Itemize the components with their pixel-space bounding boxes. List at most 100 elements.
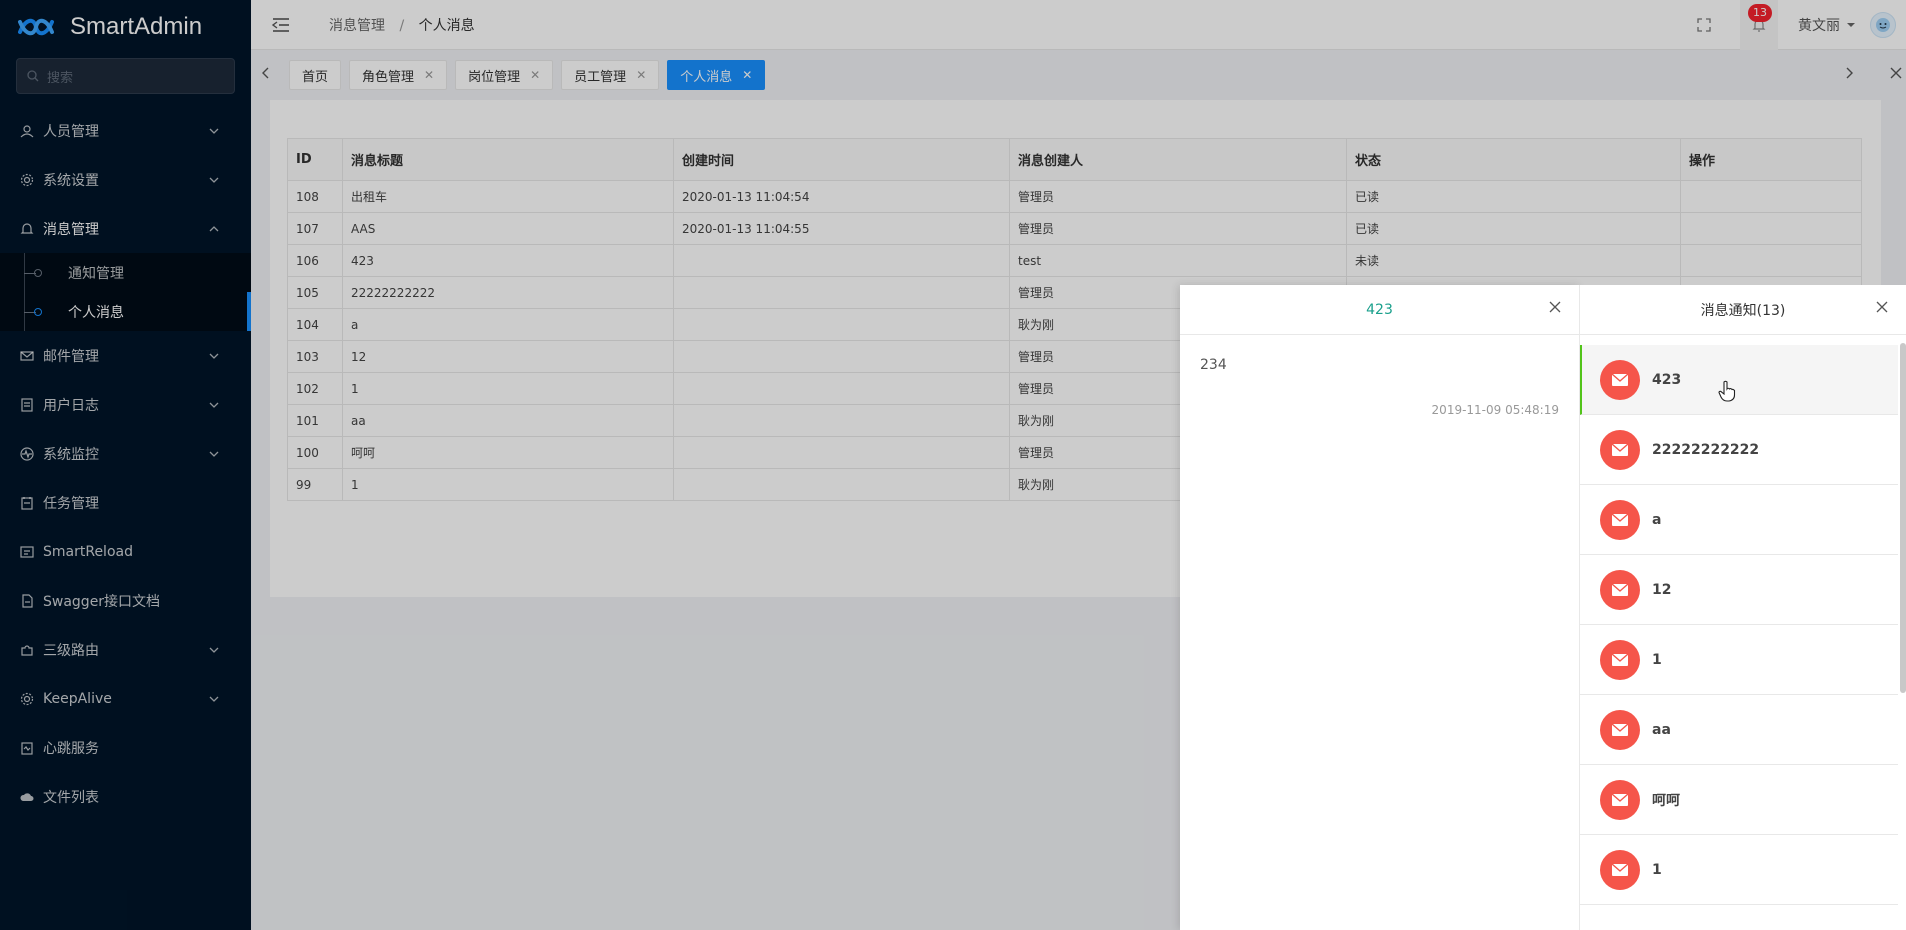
menu-item-label: 三级路由 — [43, 640, 99, 660]
table-cell: 101 — [288, 405, 343, 437]
submenu-item-label: 通知管理 — [68, 263, 124, 283]
table-row[interactable]: 106423test未读 — [288, 245, 1862, 277]
table-cell: 108 — [288, 181, 343, 213]
menu-item[interactable]: 用户日志 — [0, 380, 251, 429]
menu-item[interactable]: 三级路由 — [0, 625, 251, 674]
close-all-tabs-icon[interactable] — [1890, 67, 1902, 83]
submenu-item[interactable]: 个人消息 — [0, 292, 251, 331]
tab-label: 员工管理 — [574, 66, 626, 85]
menu-item[interactable]: Swagger接口文档 — [0, 576, 251, 625]
mail-icon — [1600, 360, 1640, 400]
menu-item[interactable]: KeepAlive — [0, 674, 251, 723]
mail-icon — [20, 349, 34, 363]
table-row[interactable]: 107AAS2020-01-13 11:04:55管理员已读 — [288, 213, 1862, 245]
menu-item[interactable]: 系统设置 — [0, 155, 251, 204]
tab[interactable]: 角色管理 ✕ — [349, 60, 447, 90]
column-header: 创建时间 — [674, 139, 1010, 181]
tab[interactable]: 首页 — [289, 60, 341, 90]
menu-item[interactable]: 邮件管理 — [0, 331, 251, 380]
chevron-down-icon[interactable] — [209, 175, 219, 185]
tab-scroll-right-icon[interactable] — [1844, 67, 1854, 83]
mail-icon — [1600, 710, 1640, 750]
notification-button[interactable]: 13 — [1740, 0, 1778, 50]
table-cell: 2020-01-13 11:04:55 — [674, 213, 1010, 245]
tab[interactable]: 岗位管理✕ — [455, 60, 553, 90]
avatar[interactable] — [1870, 12, 1896, 38]
menu-fold-icon[interactable] — [271, 15, 291, 35]
chevron-up-icon[interactable] — [209, 224, 219, 234]
tab-close-icon[interactable]: ✕ — [742, 68, 752, 82]
table-row[interactable]: 108出租车2020-01-13 11:04:54管理员已读 — [288, 181, 1862, 213]
user-name[interactable]: 黄文丽 — [1798, 15, 1840, 35]
tab-close-icon[interactable]: ✕ — [530, 68, 540, 82]
mail-icon — [1600, 500, 1640, 540]
notification-item[interactable]: 22222222222 — [1580, 415, 1898, 485]
table-cell: 423 — [343, 245, 674, 277]
notification-item-title: 12 — [1652, 582, 1671, 598]
notification-item[interactable]: aa — [1580, 695, 1898, 765]
table-cell: 104 — [288, 309, 343, 341]
tab-scroll-left-icon[interactable] — [251, 67, 281, 83]
table-cell — [1681, 245, 1862, 277]
tab-close-icon[interactable]: ✕ — [424, 68, 434, 82]
caret-down-icon[interactable] — [1846, 20, 1856, 30]
table-cell: 100 — [288, 437, 343, 469]
table-header-row: ID消息标题创建时间消息创建人状态操作 — [288, 139, 1862, 181]
menu-search-input[interactable]: 搜索 — [16, 58, 235, 94]
table-cell: 22222222222 — [343, 277, 674, 309]
menu-item[interactable]: 消息管理 — [0, 204, 251, 253]
notification-item-title: a — [1652, 512, 1661, 528]
chevron-down-icon[interactable] — [209, 449, 219, 459]
notification-item[interactable]: 1 — [1580, 625, 1898, 695]
side-menu: 人员管理系统设置消息管理通知管理个人消息邮件管理用户日志系统监控任务管理Smar… — [0, 106, 251, 821]
chevron-down-icon[interactable] — [209, 645, 219, 655]
tab-close-icon[interactable]: ✕ — [636, 68, 646, 82]
chevron-down-icon[interactable] — [209, 126, 219, 136]
table-cell — [1681, 213, 1862, 245]
detail-body: 234 2019-11-09 05:48:19 — [1180, 335, 1579, 439]
gear-icon — [20, 173, 34, 187]
top-header: 消息管理 / 个人消息 13 黄文丽 — [251, 0, 1906, 50]
breadcrumb-item[interactable]: 消息管理 — [329, 18, 385, 34]
menu-item[interactable]: 任务管理 — [0, 478, 251, 527]
log-icon — [20, 398, 34, 412]
logo[interactable]: SmartAdmin — [0, 0, 251, 54]
close-icon[interactable] — [1876, 301, 1888, 313]
table-cell: 出租车 — [343, 181, 674, 213]
fullscreen-icon[interactable] — [1696, 17, 1712, 33]
menu-item[interactable]: 文件列表 — [0, 772, 251, 821]
table-cell: test — [1010, 245, 1347, 277]
column-header: 消息创建人 — [1010, 139, 1347, 181]
cloud-icon — [20, 790, 34, 804]
mail-icon — [1600, 430, 1640, 470]
heart-icon — [20, 741, 34, 755]
submenu-item[interactable]: 通知管理 — [0, 253, 251, 292]
table-cell: 已读 — [1347, 213, 1681, 245]
notification-item[interactable]: a — [1580, 485, 1898, 555]
tab[interactable]: 员工管理 ✕ — [561, 60, 659, 90]
menu-item[interactable]: 人员管理 — [0, 106, 251, 155]
menu-item[interactable]: 心跳服务 — [0, 723, 251, 772]
close-icon[interactable] — [1549, 301, 1561, 313]
chevron-down-icon[interactable] — [209, 351, 219, 361]
table-cell: AAS — [343, 213, 674, 245]
mail-icon — [1600, 570, 1640, 610]
chevron-down-icon[interactable] — [209, 694, 219, 704]
table-cell: a — [343, 309, 674, 341]
column-header: ID — [288, 139, 343, 181]
menu-item[interactable]: 系统监控 — [0, 429, 251, 478]
notification-item[interactable]: 12 — [1580, 555, 1898, 625]
menu-item[interactable]: SmartReload — [0, 527, 251, 576]
chevron-down-icon[interactable] — [209, 400, 219, 410]
notification-item[interactable]: 423 — [1580, 345, 1898, 415]
avatar-icon — [1874, 16, 1892, 34]
message-detail-drawer: 423 234 2019-11-09 05:48:19 — [1180, 285, 1580, 930]
tab-label: 角色管理 — [362, 66, 414, 85]
notification-list: 42322222222222a121aa呵呵1 — [1580, 345, 1898, 930]
tab[interactable]: 个人消息✕ — [667, 60, 765, 90]
table-cell: 1 — [343, 469, 674, 501]
notification-scrollbar[interactable] — [1900, 343, 1906, 693]
menu-item-label: 心跳服务 — [43, 738, 99, 758]
notification-item[interactable]: 呵呵 — [1580, 765, 1898, 835]
notification-item[interactable]: 1 — [1580, 835, 1898, 905]
